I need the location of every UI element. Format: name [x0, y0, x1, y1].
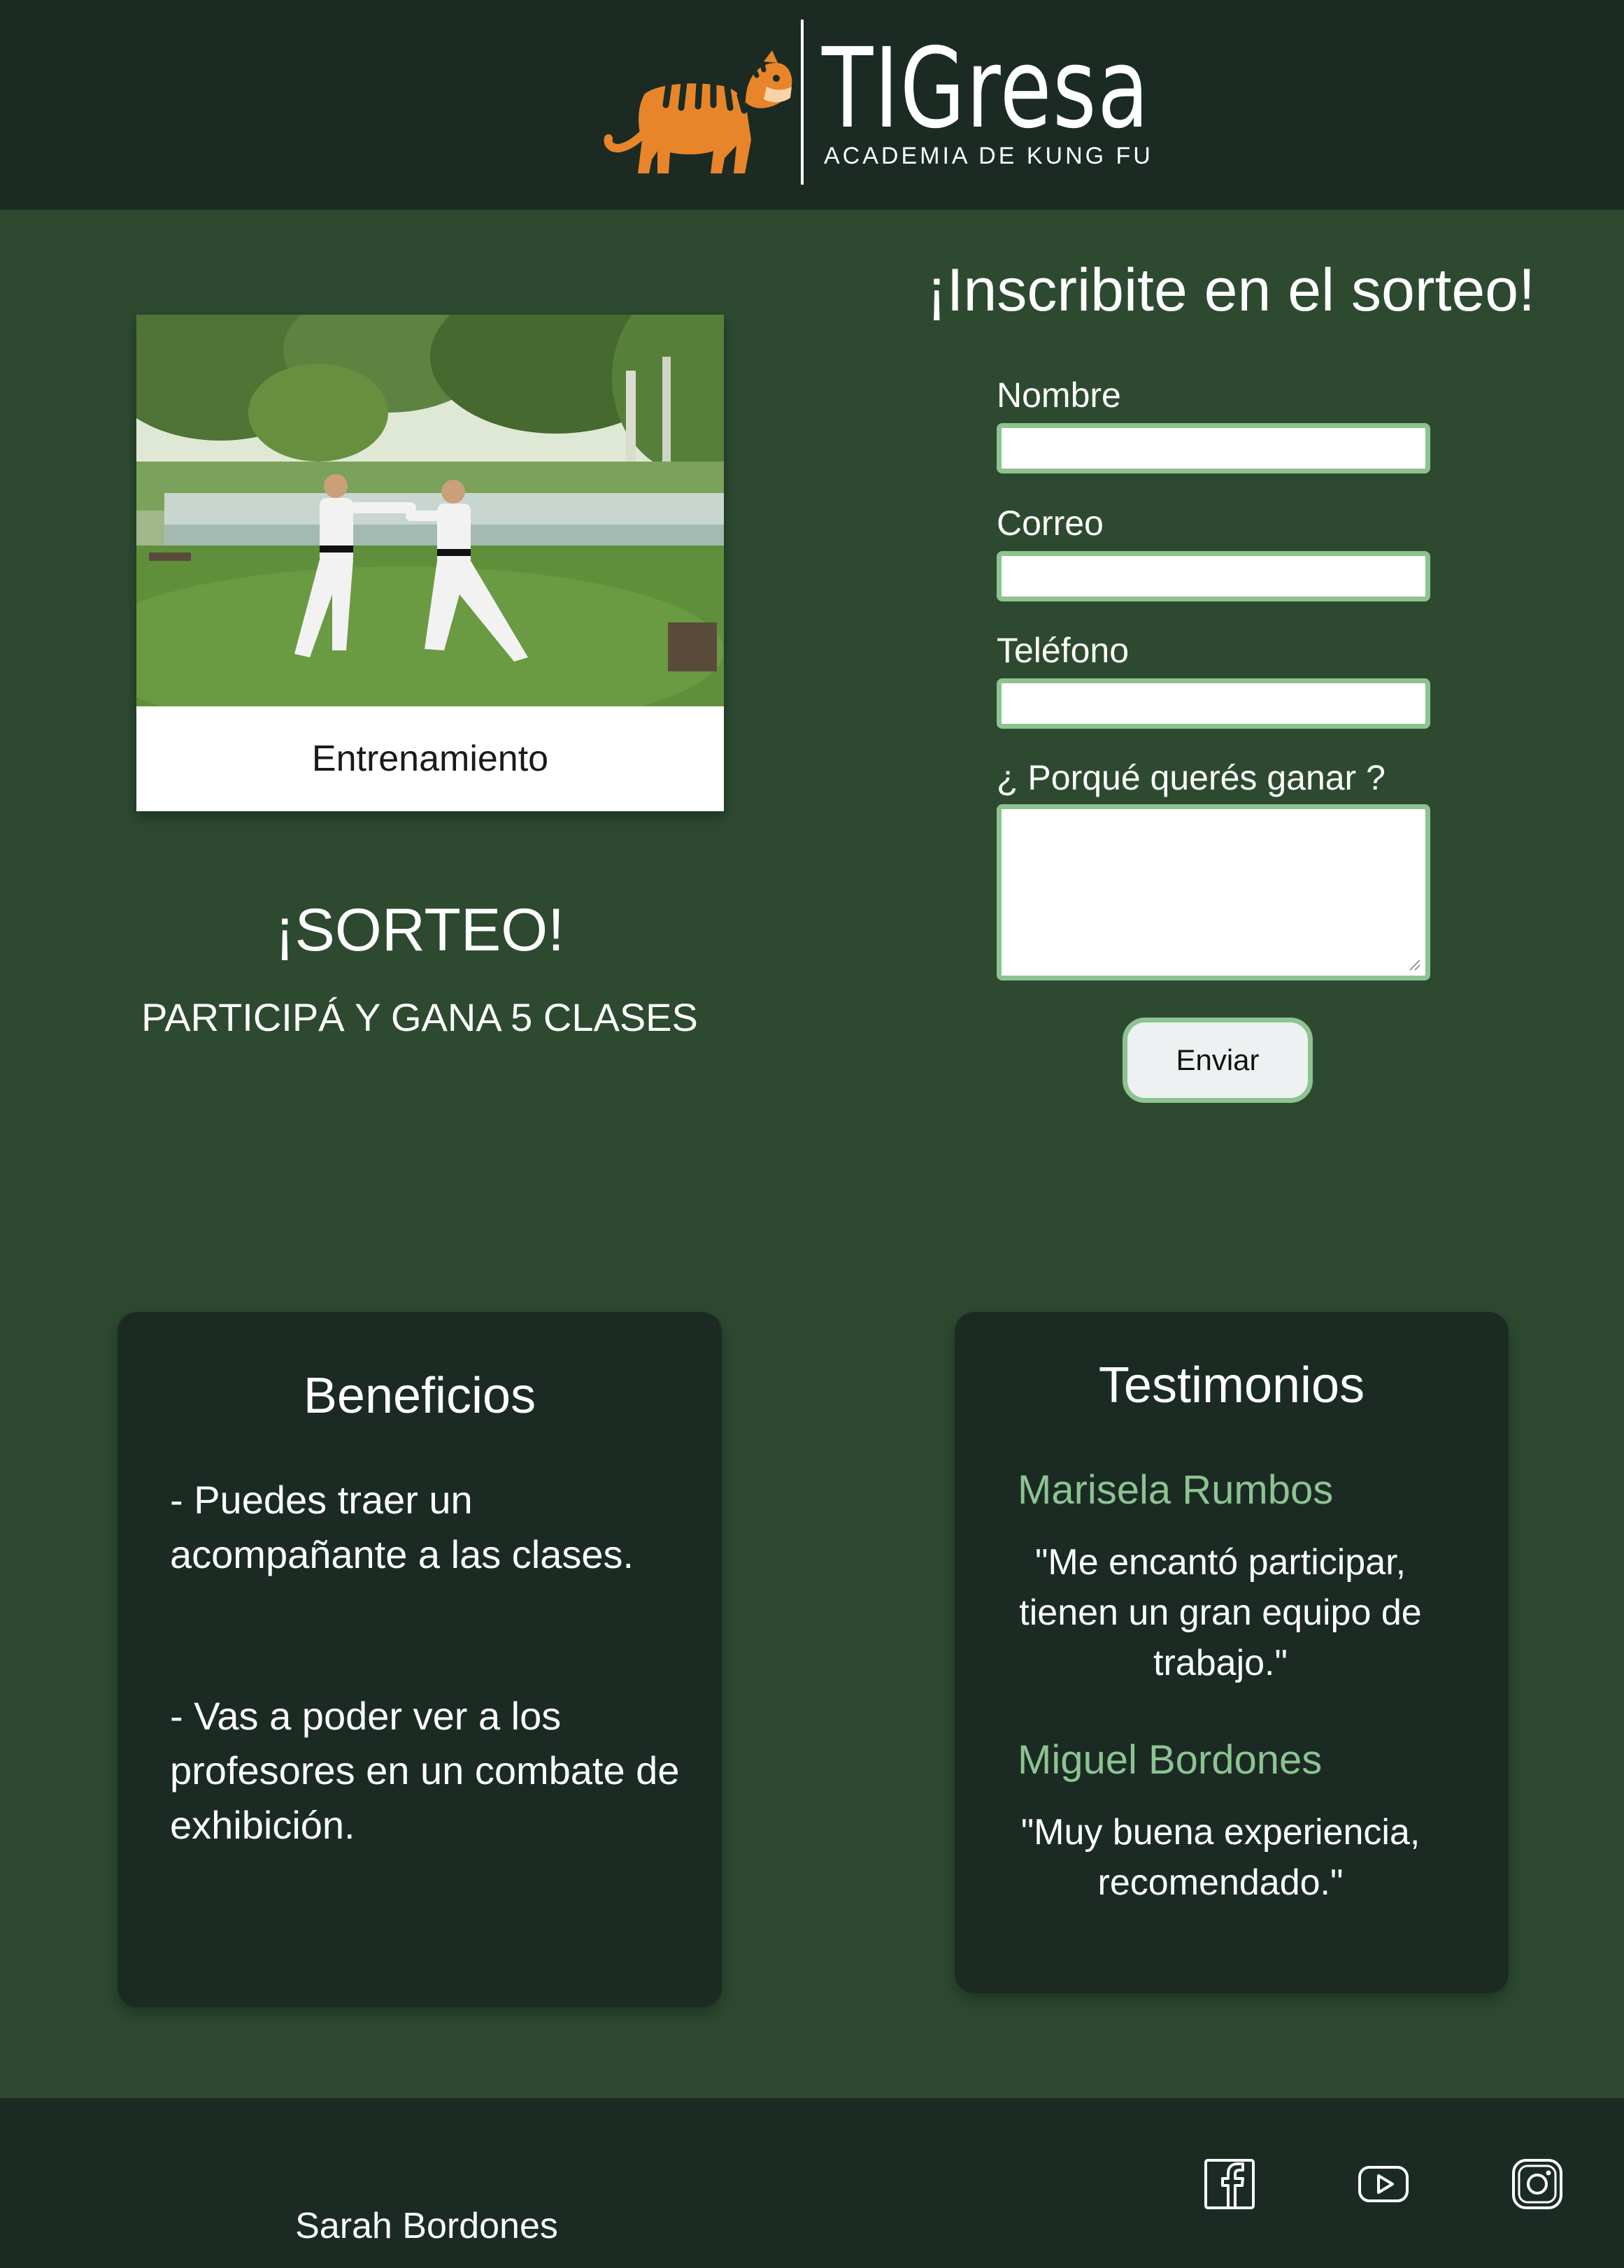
phone-field[interactable]: [997, 678, 1430, 729]
benefit-item: - Puedes traer un acompañante a las clas…: [170, 1478, 634, 1576]
site-header: TIGresa ACADEMIA DE KUNG FU: [0, 0, 1624, 210]
logo-divider: [801, 20, 804, 185]
reason-label: ¿ Porqué querés ganar ?: [997, 758, 1386, 797]
footer-author: Sarah Bordones: [295, 2206, 558, 2246]
raffle-subtitle: PARTICIPÁ Y GANA 5 CLASES: [141, 995, 698, 1039]
site-logo[interactable]: TIGresa ACADEMIA DE KUNG FU: [601, 20, 1151, 187]
brand-name: TIGresa: [822, 24, 1151, 153]
testimonial-quote: "Muy buena experiencia, recomendado.": [1020, 1812, 1420, 1903]
testimonials-title: Testimonios: [1098, 1357, 1365, 1413]
raffle-title: ¡SORTEO!: [274, 897, 565, 964]
instagram-icon[interactable]: [1511, 2158, 1564, 2211]
name-field[interactable]: [997, 423, 1430, 473]
training-caption: Entrenamiento: [311, 739, 549, 779]
testimonials-panel: Testimonios Marisela Rumbos "Me encantó …: [955, 1312, 1509, 1993]
testimonial-quote: "Me encantó participar, tienen un gran e…: [1019, 1542, 1422, 1683]
form-title: ¡Inscribite en el sorteo!: [927, 257, 1535, 324]
email-field[interactable]: [997, 551, 1430, 601]
name-label: Nombre: [997, 376, 1121, 415]
benefits-panel: Beneficios - Puedes traer un acompañante…: [117, 1312, 722, 2007]
resize-grip-icon[interactable]: [1406, 956, 1421, 971]
benefits-title: Beneficios: [303, 1368, 536, 1424]
submit-button[interactable]: Enviar: [1123, 1018, 1313, 1103]
testimonial-author: Marisela Rumbos: [1018, 1467, 1334, 1513]
facebook-icon[interactable]: [1203, 2158, 1256, 2211]
brand-tagline: ACADEMIA DE KUNG FU: [824, 143, 1153, 169]
benefit-item: - Vas a poder ver a los profesores en un…: [170, 1694, 680, 1847]
training-photo: [136, 315, 724, 706]
email-label: Correo: [997, 504, 1104, 543]
testimonial-author: Miguel Bordones: [1018, 1737, 1323, 1783]
training-card: Entrenamiento: [136, 315, 724, 811]
phone-label: Teléfono: [997, 631, 1130, 670]
reason-textarea[interactable]: [997, 804, 1430, 980]
tiger-icon: [604, 50, 792, 173]
youtube-icon[interactable]: [1357, 2158, 1410, 2211]
